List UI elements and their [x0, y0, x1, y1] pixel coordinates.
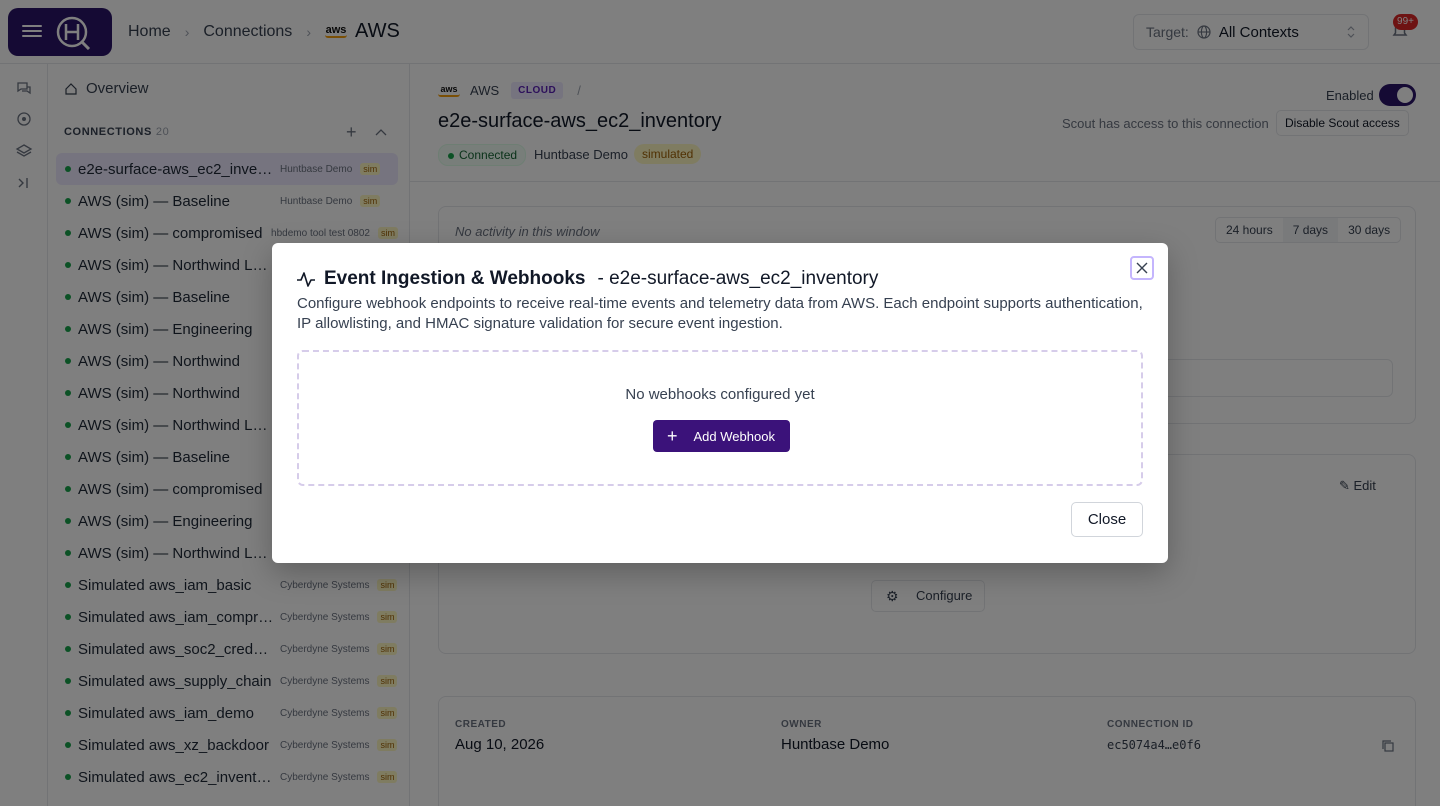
- webhooks-modal: Event Ingestion & Webhooks - e2e-surface…: [272, 243, 1168, 563]
- add-webhook-label: Add Webhook: [693, 428, 775, 444]
- empty-state-text: No webhooks configured yet: [625, 386, 815, 403]
- close-icon[interactable]: [1130, 256, 1154, 280]
- webhooks-empty-state: No webhooks configured yet + Add Webhook: [297, 350, 1143, 486]
- close-button[interactable]: Close: [1071, 502, 1143, 537]
- activity-icon: [297, 272, 315, 287]
- modal-subtitle: - e2e-surface-aws_ec2_inventory: [597, 268, 879, 289]
- modal-title: Event Ingestion & Webhooks - e2e-surface…: [296, 268, 878, 290]
- add-webhook-button[interactable]: + Add Webhook: [653, 420, 790, 452]
- modal-title-text: Event Ingestion & Webhooks: [324, 268, 586, 289]
- plus-icon: +: [667, 426, 678, 446]
- modal-description: Configure webhook endpoints to receive r…: [297, 295, 1143, 332]
